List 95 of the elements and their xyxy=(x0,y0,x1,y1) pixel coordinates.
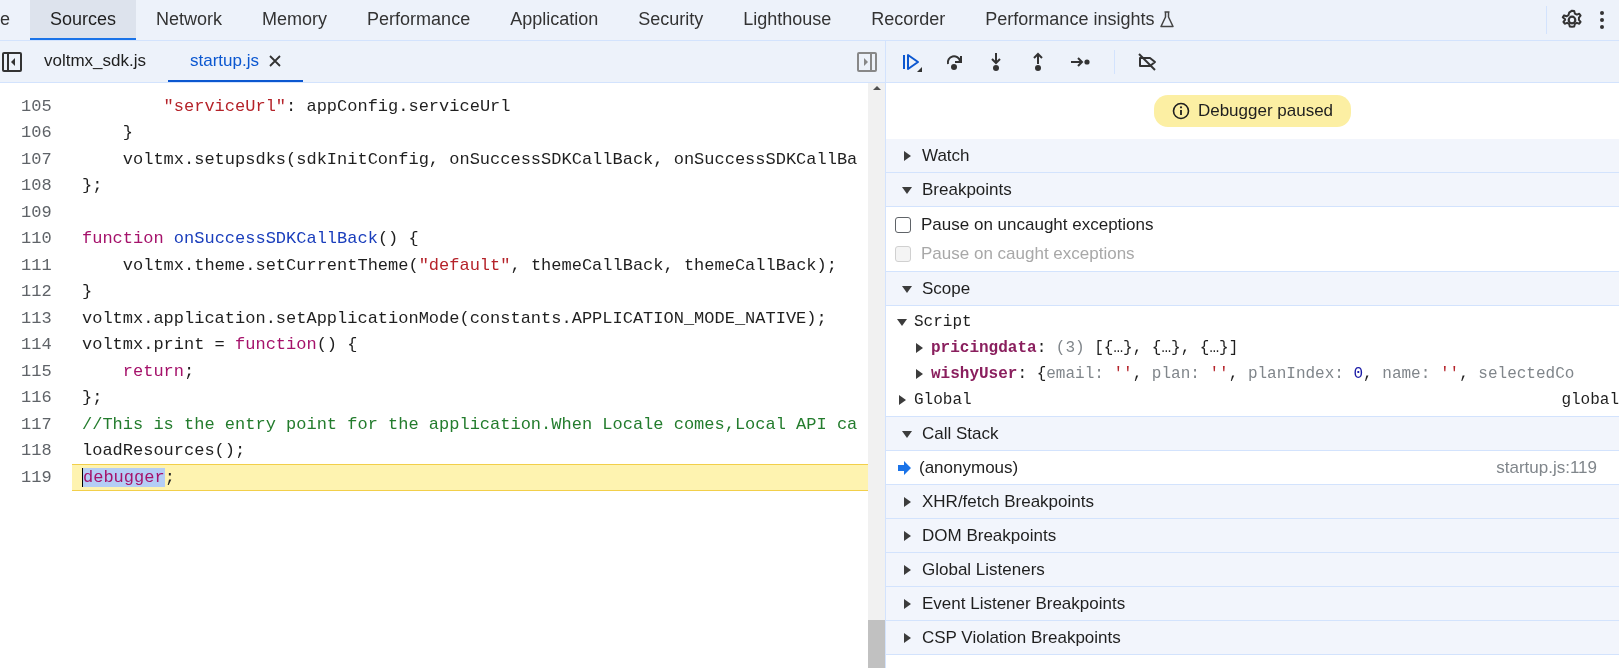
section-header[interactable]: Global Listeners xyxy=(886,553,1619,587)
collapsed-triangle-icon[interactable] xyxy=(914,343,924,353)
expanded-triangle-icon[interactable] xyxy=(897,317,907,327)
frame-name: (anonymous) xyxy=(919,457,1019,478)
code-line: return; xyxy=(121,360,196,383)
scope-variable[interactable]: pricingdata: (3) [{…}, {…}, {…}] xyxy=(931,339,1239,357)
code-line: loadResources(); xyxy=(81,440,247,463)
code-line: }; xyxy=(81,387,104,410)
expanded-triangle-icon[interactable] xyxy=(902,184,912,195)
code-line: voltmx.print = function() { xyxy=(81,334,359,357)
code-line: voltmx.theme.setCurrentTheme("default", themeCallBack, themeCallBack); xyxy=(121,254,838,277)
section-header[interactable]: Call Stack xyxy=(886,417,1619,451)
section-title: Breakpoints xyxy=(922,179,1012,200)
checkbox-label: Pause on uncaught exceptions xyxy=(921,214,1154,235)
code-line: voltmx.setupsdks(sdkInitConfig, onSuccessSDKCallBack, onSuccessSDKCallBa xyxy=(121,148,859,171)
code-line: "serviceUrl": appConfig.serviceUrl xyxy=(162,95,512,118)
close-icon[interactable] xyxy=(269,54,281,67)
line-number: 111 xyxy=(20,255,53,275)
section-header[interactable]: DOM Breakpoints xyxy=(886,519,1619,553)
panel-tab[interactable]: Application xyxy=(490,0,619,40)
code-line: function onSuccessSDKCallBack() { xyxy=(81,228,420,251)
code-line: //This is the entry point for the application.When Locale comes,Local API ca xyxy=(81,413,859,436)
line-number: 108 xyxy=(20,176,53,196)
section-title: CSP Violation Breakpoints xyxy=(922,627,1121,648)
collapsed-triangle-icon[interactable] xyxy=(902,598,912,609)
expanded-triangle-icon[interactable] xyxy=(902,283,912,294)
line-number: 110 xyxy=(20,229,53,249)
line-number: 109 xyxy=(20,202,53,222)
scrollbar-thumb[interactable] xyxy=(868,620,885,668)
section-header[interactable]: CSP Violation Breakpoints xyxy=(886,621,1619,655)
code-line: } xyxy=(121,122,134,145)
resume-icon[interactable] xyxy=(902,51,922,72)
section-title: Event Listener Breakpoints xyxy=(922,593,1126,614)
scroll-up-arrow-icon[interactable] xyxy=(871,83,882,93)
line-number: 118 xyxy=(20,441,53,461)
collapsed-triangle-icon[interactable] xyxy=(902,530,912,541)
panel-tab[interactable]: Lighthouse xyxy=(723,0,852,40)
panel-tab[interactable]: Network xyxy=(136,0,243,40)
section-title: Watch xyxy=(922,145,970,166)
line-number: 115 xyxy=(20,361,53,381)
scope-name[interactable]: Global xyxy=(914,391,972,409)
code-line: }; xyxy=(81,175,104,198)
sidebar-toggle-icon[interactable] xyxy=(2,51,22,72)
panel-tab[interactable]: Recorder xyxy=(851,0,966,40)
panel-tab[interactable]: Security xyxy=(618,0,724,40)
info-icon xyxy=(1171,102,1190,120)
section-title: Global Listeners xyxy=(922,559,1045,580)
collapsed-triangle-icon[interactable] xyxy=(897,395,907,405)
code-line: voltmx.application.setApplicationMode(constants.APPLICATION_MODE_NATIVE); xyxy=(81,307,828,330)
panel-tab[interactable]: Performance xyxy=(347,0,491,40)
scope-variable[interactable]: wishyUser: {email: '', plan: '', planIndex: 0, name: '', selectedCo xyxy=(931,365,1575,383)
section-title: XHR/fetch Breakpoints xyxy=(922,491,1094,512)
line-number: 119 xyxy=(20,467,53,487)
section-title: Scope xyxy=(922,278,971,299)
status-text: Debugger paused xyxy=(1197,101,1334,121)
line-number: 113 xyxy=(20,308,53,328)
section-header[interactable]: Breakpoints xyxy=(886,173,1619,207)
panel-tab[interactable]: e xyxy=(0,0,30,40)
section-header[interactable]: Event Listener Breakpoints xyxy=(886,587,1619,621)
more-menu-icon[interactable] xyxy=(1599,10,1605,30)
collapsed-triangle-icon[interactable] xyxy=(902,632,912,643)
file-tab[interactable]: voltmx_sdk.js xyxy=(22,41,169,82)
section-title: Call Stack xyxy=(922,423,999,444)
line-number: 117 xyxy=(20,414,53,434)
file-tab[interactable]: startup.js xyxy=(168,41,303,82)
flask-icon xyxy=(1160,10,1175,28)
scope-value: global xyxy=(1561,391,1619,409)
line-number: 106 xyxy=(20,123,53,143)
scope-name[interactable]: Script xyxy=(914,313,972,331)
section-header[interactable]: XHR/fetch Breakpoints xyxy=(886,485,1619,519)
checkbox[interactable] xyxy=(895,216,911,233)
checkbox-label: Pause on caught exceptions xyxy=(921,243,1135,264)
scrollbar[interactable] xyxy=(868,83,885,668)
section-header[interactable]: Scope xyxy=(886,272,1619,306)
frame-location[interactable]: startup.js:119 xyxy=(1496,457,1597,478)
sidebar-toggle-icon[interactable] xyxy=(857,51,877,72)
section-header[interactable]: Watch xyxy=(886,139,1619,173)
collapsed-triangle-icon[interactable] xyxy=(902,150,912,161)
collapsed-triangle-icon[interactable] xyxy=(902,496,912,507)
expanded-triangle-icon[interactable] xyxy=(902,428,912,439)
panel-tab[interactable]: Memory xyxy=(242,0,348,40)
deactivate-breakpoints-icon[interactable] xyxy=(1137,51,1159,72)
line-number: 112 xyxy=(20,282,53,302)
section-title: DOM Breakpoints xyxy=(922,525,1057,546)
line-number: 116 xyxy=(20,388,53,408)
line-number: 105 xyxy=(20,96,53,116)
settings-icon[interactable] xyxy=(1561,9,1583,31)
collapsed-triangle-icon[interactable] xyxy=(914,369,924,379)
line-number: 114 xyxy=(20,335,53,355)
panel-tab[interactable]: Sources xyxy=(30,0,137,40)
current-frame-arrow-icon xyxy=(897,460,911,475)
panel-tab[interactable]: Performance insights xyxy=(965,0,1195,40)
collapsed-triangle-icon[interactable] xyxy=(902,564,912,575)
line-number: 107 xyxy=(20,149,53,169)
code-line: } xyxy=(81,281,94,304)
